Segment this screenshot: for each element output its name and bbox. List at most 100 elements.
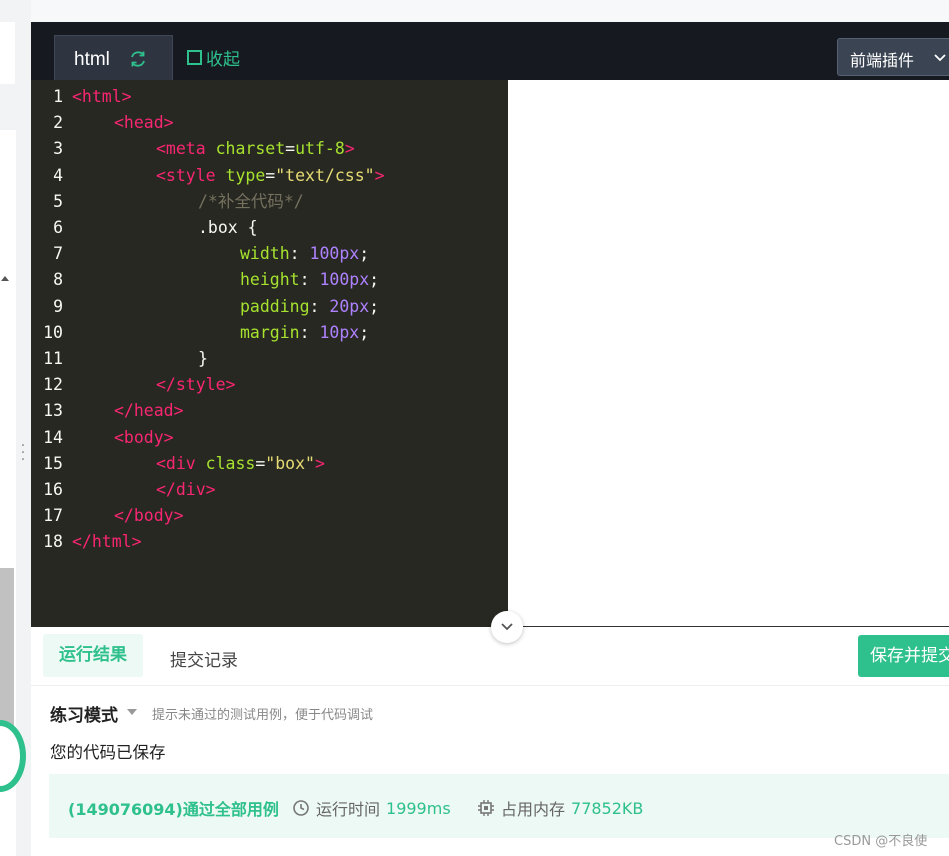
- line-number: 1: [53, 87, 63, 106]
- code-token: width: [240, 244, 290, 264]
- code-token: </style>: [156, 375, 236, 395]
- line-number: 2: [53, 113, 63, 133]
- line-number: 12: [43, 375, 63, 395]
- code-token: :: [309, 296, 330, 316]
- memory-metric: 占用内存 77852KB: [477, 796, 643, 820]
- code-text: <meta charset=utf-8>: [156, 136, 355, 162]
- code-token: padding: [240, 296, 310, 316]
- line-number: 3: [53, 139, 63, 159]
- code-token: ;: [369, 270, 380, 290]
- code-line[interactable]: 4 <style type="text/css">: [31, 163, 508, 189]
- code-line[interactable]: 6 .box {: [31, 215, 508, 241]
- code-text: <html>: [72, 84, 132, 110]
- collapse-button[interactable]: 收起: [187, 45, 240, 70]
- editor-header: html 收起 前端插件: [31, 22, 949, 80]
- top-bar: [31, 0, 949, 23]
- code-text: </style>: [156, 372, 235, 398]
- line-number: 14: [43, 427, 63, 447]
- code-text: width: 100px;: [240, 241, 369, 267]
- assistant-logo-icon[interactable]: [0, 720, 26, 792]
- tab-run-result[interactable]: 运行结果: [43, 634, 143, 677]
- code-token: :: [289, 244, 310, 264]
- line-number: 8: [53, 270, 63, 290]
- code-text: }: [198, 346, 208, 372]
- code-line[interactable]: 16 </div>: [31, 477, 508, 503]
- resize-handle-icon[interactable]: · · ·: [20, 439, 26, 467]
- code-text: height: 100px;: [240, 267, 379, 293]
- line-number: 18: [43, 532, 63, 552]
- code-token: margin: [240, 322, 300, 342]
- code-text: </body>: [114, 503, 184, 529]
- line-number: 10: [43, 322, 63, 342]
- code-token: height: [240, 270, 300, 290]
- toggle-panel-button[interactable]: [491, 611, 523, 643]
- code-text: <div class="box">: [156, 451, 325, 477]
- code-token: =: [265, 165, 276, 185]
- code-token: <style: [156, 165, 226, 185]
- code-token: >: [374, 165, 385, 185]
- code-token: <head>: [114, 113, 174, 133]
- result-tabs: 运行结果 提交记录 保存并提交: [31, 627, 949, 686]
- code-line[interactable]: 17 </body>: [31, 503, 508, 529]
- code-line[interactable]: 18 </html>: [31, 529, 508, 555]
- refresh-icon[interactable]: [128, 49, 148, 69]
- code-line[interactable]: 13 </head>: [31, 398, 508, 424]
- code-line[interactable]: 10 margin: 10px;: [31, 320, 508, 346]
- pass-result-box: (149076094)通过全部用例 运行时间 1999ms 占用内存 77852…: [49, 774, 949, 838]
- practice-mode-label[interactable]: 练习模式: [50, 701, 118, 726]
- code-line[interactable]: 12 </style>: [31, 372, 508, 398]
- file-tab-html[interactable]: html: [54, 35, 173, 80]
- line-number: 9: [53, 296, 63, 316]
- code-line[interactable]: 2 <head>: [31, 110, 508, 136]
- tab-submit-history[interactable]: 提交记录: [170, 646, 238, 671]
- code-line[interactable]: 14 <body>: [31, 425, 508, 451]
- code-token: </html>: [72, 532, 142, 552]
- code-line[interactable]: 1 <html>: [31, 84, 508, 110]
- code-token: type: [225, 165, 266, 185]
- code-token: =: [255, 453, 266, 473]
- code-text: /*补全代码*/: [198, 189, 304, 215]
- watermark: CSDN @不良使: [834, 834, 928, 849]
- code-line[interactable]: 5 /*补全代码*/: [31, 189, 508, 215]
- scroll-up-arrow-icon[interactable]: [1, 276, 9, 281]
- code-text: </html>: [72, 529, 142, 555]
- line-number: 13: [43, 401, 63, 421]
- clock-icon: [293, 800, 309, 816]
- code-line[interactable]: 7 width: 100px;: [31, 241, 508, 267]
- code-line[interactable]: 8 height: 100px;: [31, 267, 508, 293]
- code-token: "text/css": [275, 165, 375, 185]
- code-token: >: [344, 139, 355, 159]
- code-token: 20px: [329, 296, 370, 316]
- code-line[interactable]: 9 padding: 20px;: [31, 294, 508, 320]
- code-token: }: [198, 349, 208, 368]
- runtime-label: 运行时间: [316, 800, 381, 819]
- memory-label: 占用内存: [501, 800, 566, 819]
- caret-down-icon[interactable]: [127, 709, 137, 715]
- code-text: .box {: [198, 215, 258, 241]
- line-number: 7: [53, 244, 63, 264]
- code-line[interactable]: 3 <meta charset=utf-8>: [31, 136, 508, 162]
- code-line[interactable]: 11}: [31, 346, 508, 372]
- code-line[interactable]: 15 <div class="box">: [31, 451, 508, 477]
- line-number: 6: [53, 218, 63, 237]
- line-number: 4: [53, 165, 63, 185]
- code-text: <head>: [114, 110, 174, 136]
- code-token: <div: [156, 453, 206, 473]
- saved-message: 您的代码已保存: [50, 743, 166, 762]
- code-editor[interactable]: 1 <html> 2 <head> 3 <meta charset=utf-8> 4 <sty…: [31, 80, 508, 627]
- code-token: <meta: [156, 139, 216, 159]
- code-token: <html>: [72, 87, 132, 106]
- line-number: 11: [43, 349, 63, 368]
- code-token: <body>: [114, 427, 174, 447]
- code-text: </head>: [114, 398, 184, 424]
- save-submit-button[interactable]: 保存并提交: [858, 635, 949, 677]
- code-token: 100px: [319, 270, 370, 290]
- preview-pane: [508, 80, 949, 627]
- chevron-down-icon: [934, 54, 946, 62]
- runtime-metric: 运行时间 1999ms: [292, 796, 451, 820]
- left-side-panel: · · ·: [0, 0, 31, 856]
- chevron-down-icon: [501, 623, 513, 631]
- frontend-plugin-dropdown[interactable]: 前端插件: [837, 38, 949, 76]
- code-token: :: [299, 270, 320, 290]
- code-token: >: [314, 453, 325, 473]
